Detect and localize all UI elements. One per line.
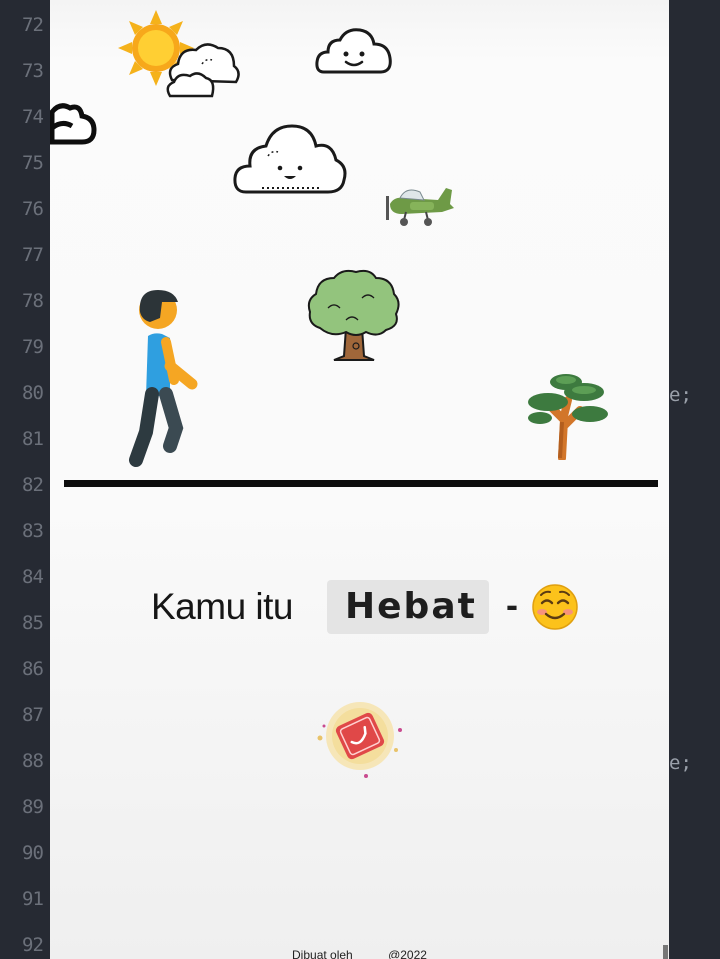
smiling-cloud-icon — [315, 28, 392, 74]
line-number: 73 — [22, 60, 44, 82]
line-number: 84 — [22, 566, 44, 588]
highlight-word: Hebat — [345, 586, 477, 627]
badge-icon — [317, 702, 402, 778]
cloud-icon — [166, 43, 240, 98]
smiling-cloud-icon — [233, 124, 347, 194]
tree-icon — [307, 269, 400, 361]
line-number: 85 — [22, 612, 44, 634]
line-number: 75 — [22, 152, 44, 174]
line-number: 82 — [22, 474, 44, 496]
cloud-icon — [50, 103, 97, 145]
footer: Dibuat oleh @2022 — [50, 948, 669, 959]
line-number: 90 — [22, 842, 44, 864]
editor-right-pane — [668, 0, 720, 959]
line-number: 86 — [22, 658, 44, 680]
line-number: 91 — [22, 888, 44, 910]
line-number: 78 — [22, 290, 44, 312]
footer-author: Dibuat oleh — [292, 948, 353, 959]
line-number: 92 — [22, 934, 44, 956]
line-number: 81 — [22, 428, 44, 450]
walking-person-icon — [129, 290, 198, 467]
line-number: 72 — [22, 14, 44, 36]
line-number: 83 — [22, 520, 44, 542]
line-number: 76 — [22, 198, 44, 220]
line-number: 77 — [22, 244, 44, 266]
blushing-emoji-icon — [532, 584, 578, 630]
scrollbar-thumb[interactable] — [663, 945, 668, 959]
headline-suffix: - — [506, 584, 518, 625]
airplane-icon — [386, 188, 454, 226]
preview-screen: Kamu itu Hebat - Dibuat oleh @2022 — [50, 0, 669, 959]
line-number: 89 — [22, 796, 44, 818]
code-fragment: e; — [669, 752, 692, 774]
ground-line — [64, 480, 658, 487]
line-number: 80 — [22, 382, 44, 404]
line-number: 74 — [22, 106, 44, 128]
code-fragment: e; — [669, 384, 692, 406]
highlight-box: Hebat — [327, 580, 489, 634]
line-number: 79 — [22, 336, 44, 358]
line-number: 87 — [22, 704, 44, 726]
small-tree-icon — [528, 374, 608, 460]
headline-prefix: Kamu itu — [151, 586, 294, 627]
footer-year: @2022 — [388, 948, 427, 959]
line-number: 88 — [22, 750, 44, 772]
headline: Kamu itu Hebat - — [50, 578, 669, 636]
